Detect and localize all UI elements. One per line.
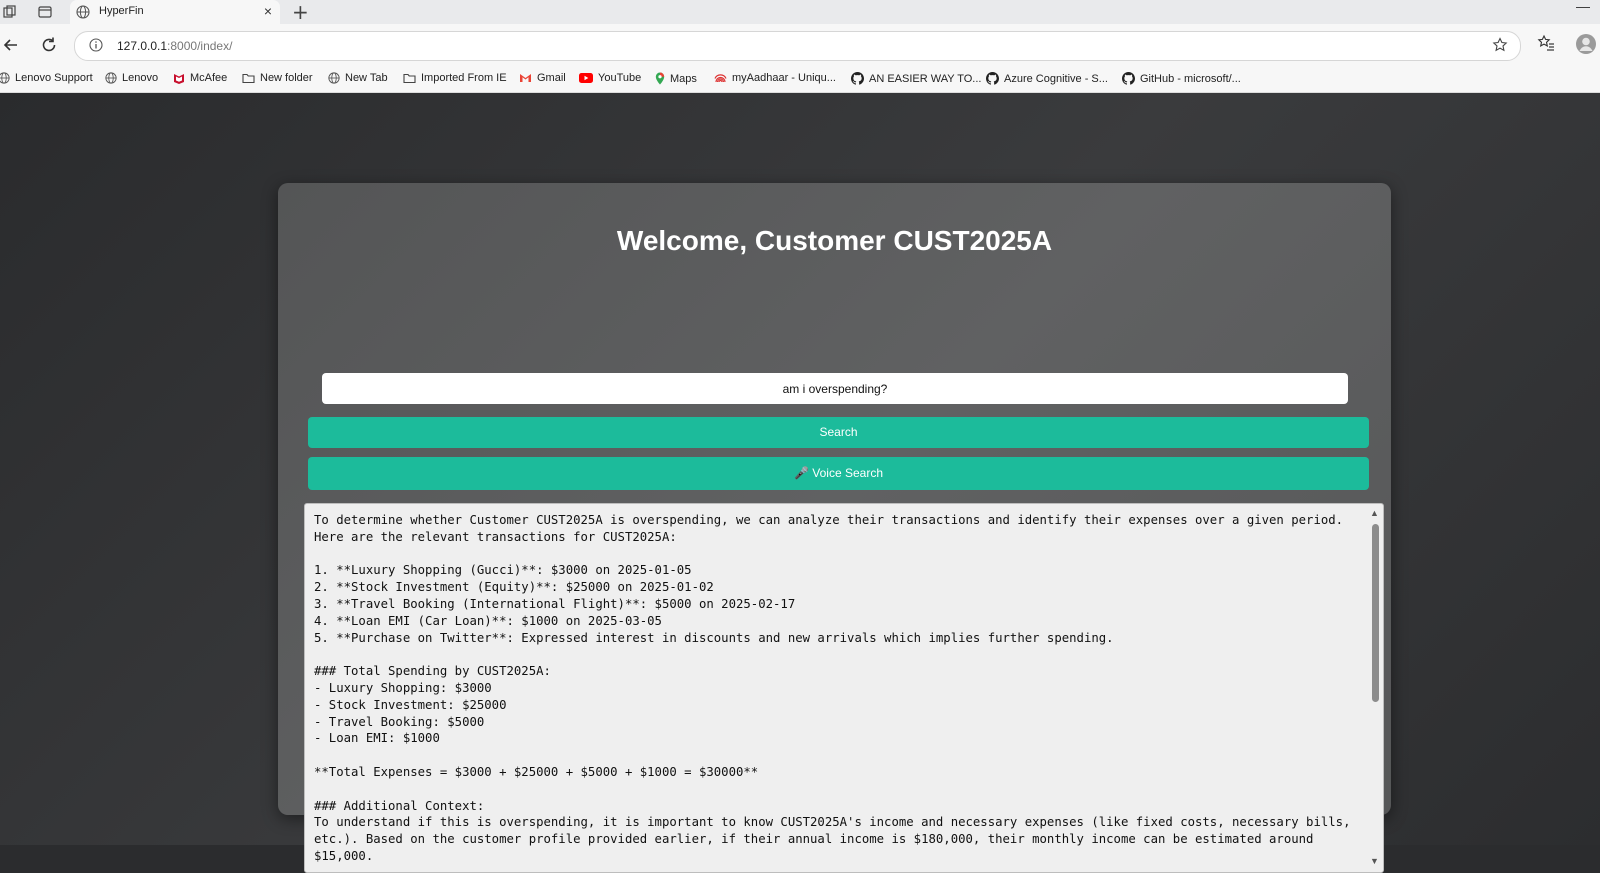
address-text[interactable]: 127.0.0.1:8000/index/: [117, 39, 232, 53]
bookmark-lenovo-support[interactable]: Lenovo Support: [0, 72, 93, 84]
maps-icon: [655, 72, 665, 85]
youtube-icon: [579, 73, 593, 83]
result-text: To determine whether Customer CUST2025A …: [314, 513, 1351, 863]
github-icon: [1122, 72, 1135, 85]
result-textarea[interactable]: To determine whether Customer CUST2025A …: [304, 503, 1384, 873]
bookmark-youtube[interactable]: YouTube: [579, 72, 641, 84]
search-input[interactable]: [322, 373, 1348, 404]
bookmark-github-microsoft[interactable]: GitHub - microsoft/...: [1122, 72, 1241, 85]
folder-icon: [403, 73, 416, 84]
globe-icon: [105, 72, 117, 84]
workspaces-icon[interactable]: [3, 5, 17, 19]
browser-tab-bar: HyperFin × + —: [0, 0, 1600, 25]
search-button[interactable]: Search: [308, 417, 1369, 448]
scroll-down-arrow-icon[interactable]: ▼: [1370, 856, 1379, 866]
bookmark-label: Azure Cognitive - S...: [1004, 72, 1108, 85]
bookmarks-bar: Lenovo Support Lenovo McAfee New folder …: [0, 66, 1600, 93]
bookmark-lenovo[interactable]: Lenovo: [105, 72, 158, 84]
bookmark-label: AN EASIER WAY TO...: [869, 72, 982, 85]
back-icon[interactable]: [1, 35, 21, 55]
browser-nav-bar: 127.0.0.1:8000/index/: [0, 24, 1600, 66]
bookmark-gmail[interactable]: Gmail: [519, 72, 566, 84]
bookmark-label: Gmail: [537, 72, 566, 84]
profile-avatar-icon[interactable]: [1575, 33, 1597, 55]
aadhaar-icon: [714, 74, 727, 83]
bookmark-mcafee[interactable]: McAfee: [173, 72, 227, 84]
address-host: 127.0.0.1: [117, 39, 168, 53]
bookmark-new-folder[interactable]: New folder: [242, 72, 313, 84]
tab-hyperfin[interactable]: HyperFin ×: [70, 0, 280, 25]
bookmark-label: Imported From IE: [421, 72, 507, 84]
info-icon[interactable]: [89, 38, 103, 52]
bookmark-label: New folder: [260, 72, 313, 84]
bookmark-an-easier-way[interactable]: AN EASIER WAY TO...: [851, 72, 981, 85]
favorite-star-icon[interactable]: [1492, 37, 1508, 53]
minimize-icon[interactable]: —: [1576, 0, 1590, 14]
scrollbar-thumb[interactable]: [1372, 524, 1379, 702]
page-title: Welcome, Customer CUST2025A: [616, 225, 1053, 256]
scrollbar[interactable]: ▲ ▼: [1369, 508, 1381, 866]
folder-icon: [242, 73, 255, 84]
bookmark-label: New Tab: [345, 72, 388, 84]
gmail-icon: [520, 74, 531, 82]
bookmark-label: McAfee: [190, 72, 228, 84]
mcafee-icon: [174, 74, 184, 84]
new-tab-button[interactable]: +: [292, 0, 309, 24]
bookmark-label: myAadhaar - Uniqu...: [732, 72, 836, 84]
bookmark-label: Lenovo: [122, 72, 159, 84]
bookmark-new-tab[interactable]: New Tab: [328, 72, 388, 84]
globe-icon: [0, 72, 10, 84]
scroll-up-arrow-icon[interactable]: ▲: [1370, 508, 1379, 518]
bookmark-imported-from-ie[interactable]: Imported From IE: [403, 72, 507, 84]
bookmark-maps[interactable]: Maps: [655, 72, 697, 85]
bookmark-azure-cognitive[interactable]: Azure Cognitive - S...: [986, 72, 1108, 85]
address-bar[interactable]: 127.0.0.1:8000/index/: [74, 31, 1521, 61]
address-path: :8000/index/: [167, 39, 233, 53]
page-background: Welcome, Customer CUST2025A Search 🎤 Voi…: [0, 93, 1600, 873]
bookmark-label: GitHub - microsoft/...: [1140, 72, 1241, 85]
bookmark-myaadhaar[interactable]: myAadhaar - Uniqu...: [714, 72, 836, 84]
bookmark-label: Maps: [670, 72, 697, 85]
tab-actions-icon[interactable]: [38, 5, 52, 19]
main-card: Welcome, Customer CUST2025A Search 🎤 Voi…: [278, 183, 1391, 873]
globe-icon: [328, 72, 340, 84]
favorites-icon[interactable]: [1537, 34, 1555, 52]
bookmark-label: Lenovo Support: [15, 72, 93, 84]
bookmark-label: YouTube: [598, 72, 642, 84]
github-icon: [986, 72, 999, 85]
tab-title: HyperFin: [99, 5, 144, 17]
refresh-icon[interactable]: [39, 35, 59, 55]
voice-search-button[interactable]: 🎤 Voice Search: [308, 457, 1369, 490]
github-icon: [851, 72, 864, 85]
globe-icon: [76, 5, 90, 19]
close-tab-icon[interactable]: ×: [264, 3, 272, 19]
